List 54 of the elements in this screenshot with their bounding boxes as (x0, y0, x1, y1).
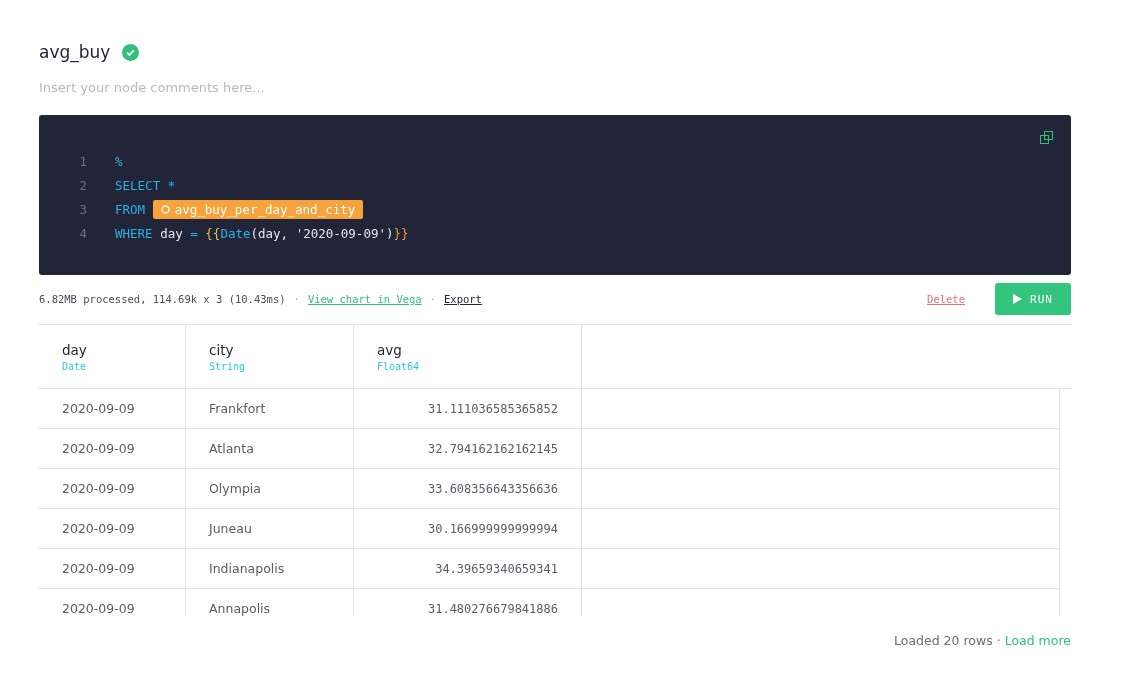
table-cell: 2020-09-09 (39, 429, 186, 468)
line-number: 3 (78, 201, 87, 217)
code-editor[interactable]: 1 % 2 SELECT * 3 FROM avg_buy_per_day_and_city 4 WHERE day = {{Date(day, '2020-09-09')}} (39, 115, 1071, 275)
table-cell: Atlanta (186, 429, 354, 468)
table-cell: 2020-09-09 (39, 549, 186, 588)
circle-icon (160, 204, 170, 214)
export-link[interactable]: Export (444, 293, 482, 305)
table-cell: Frankfort (186, 389, 354, 428)
table-cell: Indianapolis (186, 549, 354, 588)
table-cell: Olympia (186, 469, 354, 508)
line-number: 1 (78, 153, 87, 169)
table-cell: 33.608356643356636 (354, 469, 582, 508)
code-text: (day, '2020-09-09') (250, 225, 394, 241)
table-cell: 2020-09-09 (39, 469, 186, 508)
delete-link[interactable]: Delete (927, 293, 965, 305)
table-cell: 2020-09-09 (39, 509, 186, 548)
code-operator: = (190, 225, 198, 241)
column-type: Float64 (377, 361, 421, 372)
separator-dot: · (293, 293, 300, 305)
code-keyword: SELECT * (115, 177, 176, 193)
line-number: 2 (78, 177, 87, 193)
table-cell: 31.480276679841886 (354, 589, 582, 616)
code-function: Date (220, 225, 251, 241)
view-chart-link[interactable]: View chart in Vega (307, 293, 422, 305)
code-keyword: WHERE (115, 225, 153, 241)
table-cell: 30.166999999999994 (354, 509, 582, 548)
load-more-link[interactable]: Load more (1004, 633, 1071, 648)
line-number: 4 (78, 225, 87, 241)
rows-loaded-text: Loaded 20 rows · (894, 633, 1001, 648)
table-cell: 32.794162162162145 (354, 429, 582, 468)
code-keyword: FROM (115, 201, 146, 217)
copy-icon[interactable] (1040, 131, 1053, 144)
column-header: avg (377, 342, 403, 358)
play-icon (1013, 294, 1023, 304)
query-stats: 6.82MB processed, 114.69k x 3 (10.43ms) (39, 293, 286, 305)
table-cell: 34.39659340659341 (354, 549, 582, 588)
table-cell: 2020-09-09 (39, 389, 186, 428)
comment-placeholder[interactable]: Insert your node comments here... (39, 80, 1071, 95)
column-header: city (209, 342, 235, 358)
run-button[interactable]: RUN (995, 283, 1071, 315)
code-brace: }} (393, 225, 409, 241)
node-reference-tag[interactable]: avg_buy_per_day_and_city (152, 199, 364, 219)
code-keyword: % (115, 153, 123, 169)
code-text: day (159, 225, 184, 241)
code-brace: {{ (205, 225, 221, 241)
table-cell: Annapolis (186, 589, 354, 616)
column-type: Date (62, 361, 88, 372)
table-cell: 2020-09-09 (39, 589, 186, 616)
column-type: String (209, 361, 247, 372)
node-title: avg_buy (39, 42, 111, 62)
separator-dot: · (429, 293, 436, 305)
table-cell: Juneau (186, 509, 354, 548)
table-cell: 31.111036585365852 (354, 389, 582, 428)
column-header: day (62, 342, 88, 358)
